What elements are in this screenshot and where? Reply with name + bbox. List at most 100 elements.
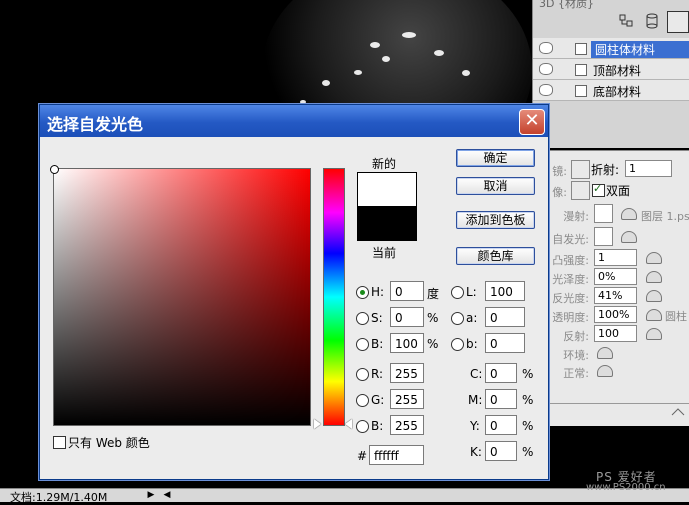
- saturation-brightness-field[interactable]: [50, 165, 311, 426]
- blue-radio[interactable]: [356, 420, 369, 433]
- material-thumbnail-icon: [575, 64, 587, 76]
- diffuse-texture-name: 图层 1.ps: [641, 210, 689, 223]
- cancel-button[interactable]: 取消: [456, 177, 535, 195]
- opacity-texture-name: 圆柱: [665, 310, 687, 323]
- panel-resize-icon[interactable]: [671, 405, 685, 416]
- hue-unit: 度: [427, 287, 440, 301]
- diffuse-swatch[interactable]: [594, 204, 613, 223]
- material-thumbnail-icon: [575, 43, 587, 55]
- brightness-radio[interactable]: [356, 338, 369, 351]
- lab-a-field[interactable]: 0: [485, 307, 525, 327]
- red-radio[interactable]: [356, 368, 369, 381]
- shine-field[interactable]: 41%: [594, 287, 637, 304]
- watermark-url: www.PS2000.cn: [586, 482, 666, 493]
- texture-menu-icon[interactable]: [597, 347, 613, 359]
- scroll-left-icon[interactable]: ◀: [162, 489, 172, 501]
- green-radio[interactable]: [356, 394, 369, 407]
- black-field[interactable]: 0: [485, 441, 517, 461]
- layer-label: 顶部材料: [593, 64, 642, 78]
- dialog-titlebar[interactable]: 选择自发光色 ✕: [40, 105, 548, 137]
- hue-field[interactable]: 0: [390, 281, 424, 301]
- texture-menu-icon[interactable]: [646, 290, 662, 302]
- brightness-label: B:: [371, 337, 384, 351]
- hex-label: #: [357, 449, 368, 463]
- lab-a-radio[interactable]: [451, 312, 464, 325]
- web-colors-only-checkbox[interactable]: [53, 436, 66, 449]
- texture-menu-icon[interactable]: [621, 208, 637, 220]
- hue-slider[interactable]: [323, 168, 345, 426]
- opacity-label: 透明度:: [552, 311, 589, 324]
- magenta-label: M:: [468, 393, 483, 407]
- lab-b-label: b:: [466, 337, 478, 351]
- lab-b-radio[interactable]: [451, 338, 464, 351]
- glossiness-field[interactable]: 0%: [594, 268, 637, 285]
- mesh-filter-icon[interactable]: [643, 12, 661, 30]
- current-color-label: 当前: [372, 246, 397, 260]
- ok-button[interactable]: 确定: [456, 149, 535, 167]
- hue-radio[interactable]: [356, 286, 369, 299]
- eye-icon[interactable]: [539, 84, 553, 96]
- add-to-swatches-button[interactable]: 添加到色板: [456, 211, 535, 229]
- eye-icon[interactable]: [539, 63, 553, 75]
- layer-row[interactable]: 圆柱体材料: [533, 38, 689, 59]
- layer-row[interactable]: 底部材料: [533, 80, 689, 101]
- blue-field[interactable]: 255: [390, 415, 424, 435]
- saturation-field[interactable]: 0: [390, 307, 424, 327]
- cyan-unit: %: [522, 367, 534, 381]
- lab-l-field[interactable]: 100: [485, 281, 525, 301]
- lab-b-field[interactable]: 0: [485, 333, 525, 353]
- texture-menu-icon[interactable]: [646, 328, 662, 340]
- eye-icon[interactable]: [539, 42, 553, 54]
- yellow-field[interactable]: 0: [485, 415, 517, 435]
- material-properties-panel: 镜: 折射: 1 像: 双面 漫射: 图层 1.ps 自发光: 凸强度: 1 光…: [548, 150, 689, 426]
- texture-menu-icon[interactable]: [621, 231, 637, 243]
- magenta-unit: %: [522, 393, 534, 407]
- magenta-field[interactable]: 0: [485, 389, 517, 409]
- environment-label: 环境:: [563, 349, 589, 362]
- texture-menu-icon[interactable]: [646, 271, 662, 283]
- green-label: G:: [371, 393, 385, 407]
- brightness-unit: %: [427, 337, 439, 351]
- panel-title: 3D {材质}: [539, 0, 594, 10]
- reflection-field[interactable]: 100: [594, 325, 637, 342]
- bump-field[interactable]: 1: [594, 249, 637, 266]
- divider: [549, 403, 689, 404]
- scene-filter-icon[interactable]: [617, 12, 635, 30]
- current-color-swatch[interactable]: [357, 206, 417, 241]
- dialog-title: 选择自发光色: [47, 115, 144, 134]
- material-filter-icon[interactable]: [667, 11, 689, 33]
- brightness-field[interactable]: 100: [390, 333, 424, 353]
- glossiness-label: 光泽度:: [552, 273, 589, 286]
- texture-menu-icon[interactable]: [646, 252, 662, 264]
- shine-label: 反光度:: [552, 292, 589, 305]
- status-menu-arrow-icon[interactable]: ▶: [146, 489, 156, 501]
- hue-label: H:: [371, 285, 385, 299]
- saturation-radio[interactable]: [356, 312, 369, 325]
- texture-menu-icon[interactable]: [646, 309, 662, 321]
- env-swatch[interactable]: [571, 160, 590, 179]
- close-button[interactable]: ✕: [519, 109, 545, 135]
- green-field[interactable]: 255: [390, 389, 424, 409]
- layer-label: 底部材料: [593, 85, 642, 99]
- texture-menu-icon[interactable]: [597, 365, 613, 377]
- refraction-field[interactable]: 1: [625, 160, 672, 177]
- lab-l-radio[interactable]: [451, 286, 464, 299]
- doc-size-text: 文档:1.29M/1.40M: [10, 491, 108, 504]
- mirror-swatch[interactable]: [571, 181, 590, 200]
- refraction-label: 折射:: [591, 163, 620, 177]
- opacity-field[interactable]: 100%: [594, 306, 637, 323]
- layer-row[interactable]: 顶部材料: [533, 59, 689, 80]
- close-icon: ✕: [524, 110, 540, 131]
- double-sided-checkbox[interactable]: [592, 182, 605, 197]
- color-picker-dialog: 选择自发光色 ✕ 新的 当前 确定 取消 添加到色板 颜色库 H: 0 度 S:…: [39, 104, 549, 480]
- color-picker-marker[interactable]: [50, 165, 59, 174]
- hex-field[interactable]: ffffff: [369, 445, 424, 465]
- hue-slider-right-arrow-icon[interactable]: [345, 419, 352, 429]
- red-field[interactable]: 255: [390, 363, 424, 383]
- cyan-label: C:: [470, 367, 483, 381]
- color-libraries-button[interactable]: 颜色库: [456, 247, 535, 265]
- hue-slider-left-arrow-icon[interactable]: [314, 419, 321, 429]
- diffuse-label: 漫射:: [563, 210, 589, 223]
- illumination-swatch[interactable]: [594, 227, 613, 246]
- cyan-field[interactable]: 0: [485, 363, 517, 383]
